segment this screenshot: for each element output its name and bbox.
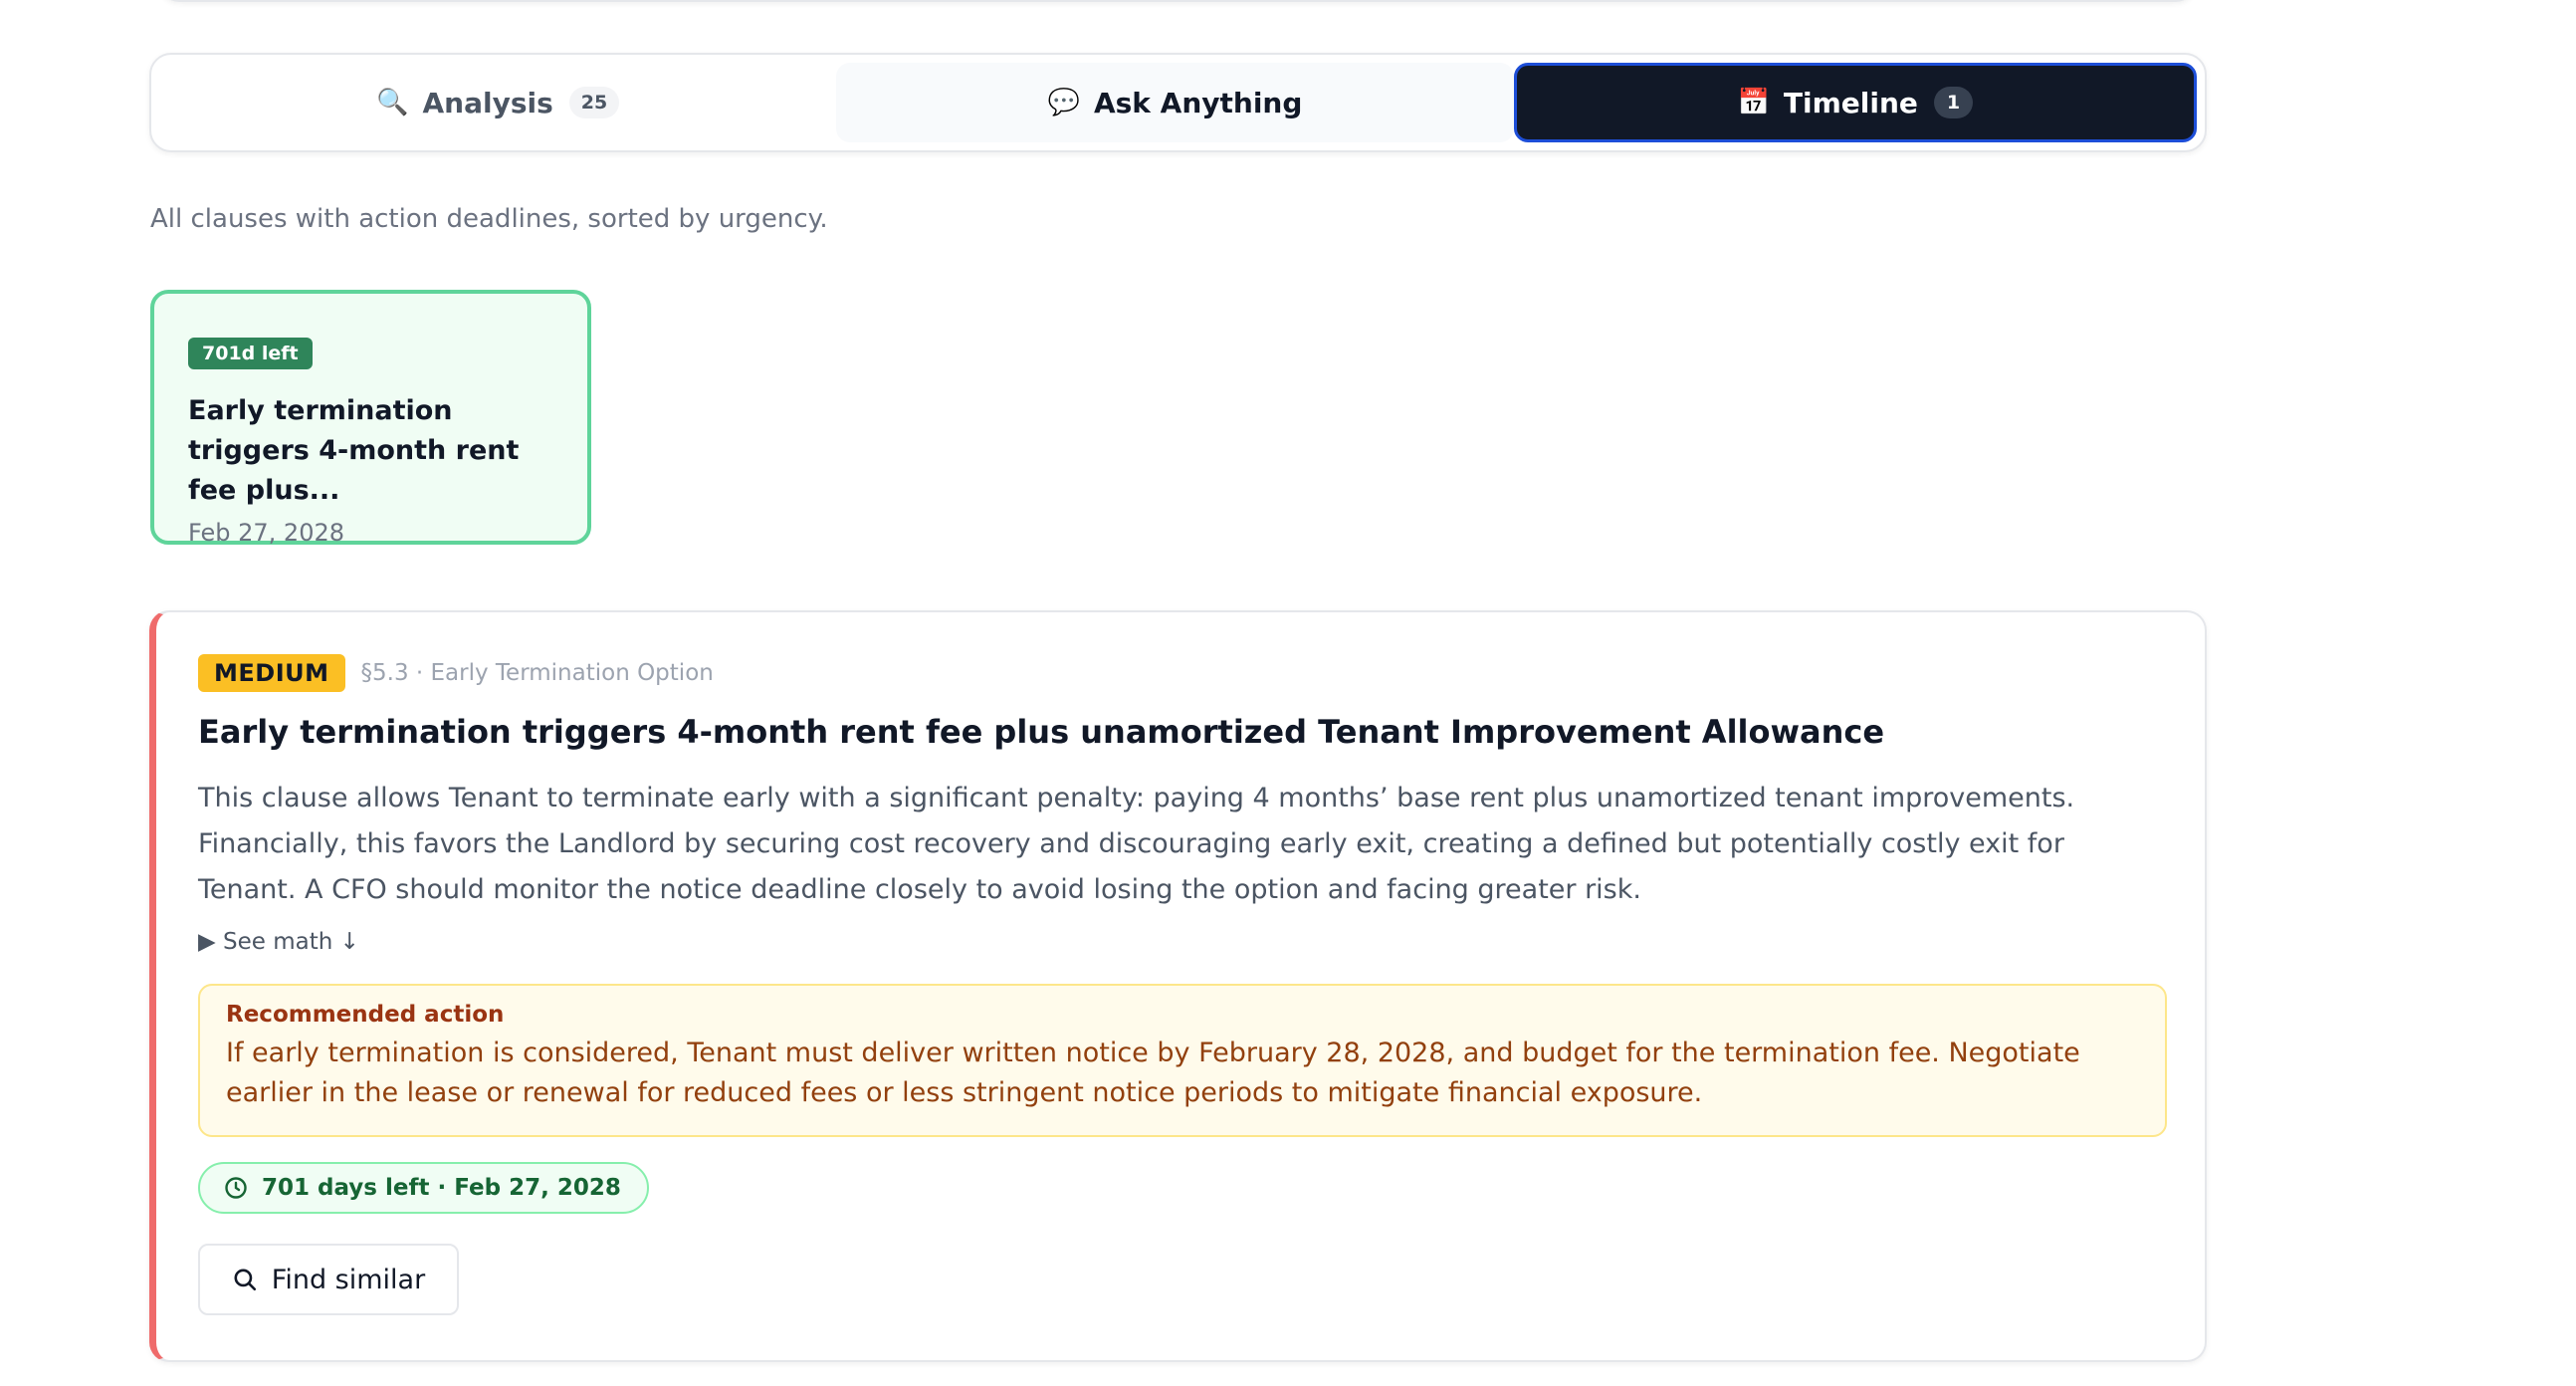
recommended-action-label: Recommended action — [226, 1002, 505, 1028]
tab-analysis-count: 25 — [568, 87, 620, 118]
clock-icon — [225, 1177, 247, 1199]
deadline-card-title: Early termination triggers 4-month rent … — [188, 395, 520, 506]
previous-panel-edge — [159, 0, 2196, 2]
recommended-action-text: If early termination is considered, Tena… — [226, 1038, 2080, 1108]
days-left-badge: 701d left — [188, 338, 313, 369]
clause-summary: This clause allows Tenant to terminate e… — [198, 783, 2075, 905]
magnifier-icon: 🔍 — [376, 88, 409, 117]
see-math-toggle[interactable]: ▶ See math ↓ — [198, 929, 359, 955]
tab-ask-anything[interactable]: 💬 Ask Anything — [836, 63, 1514, 142]
deadline-card[interactable]: 701d left Early termination triggers 4-m… — [150, 290, 591, 547]
deadline-chip: 701 days left · Feb 27, 2028 — [198, 1162, 649, 1214]
section-reference: §5.3 · Early Termination Option — [360, 660, 714, 686]
tab-analysis[interactable]: 🔍 Analysis 25 — [159, 63, 836, 142]
deadline-chip-text: 701 days left · Feb 27, 2028 — [262, 1175, 621, 1201]
clause-meta: MEDIUM §5.3 · Early Termination Option — [198, 654, 714, 692]
speech-bubble-icon: 💬 — [1047, 88, 1080, 117]
tab-ask-anything-label: Ask Anything — [1093, 86, 1303, 119]
tab-timeline-count: 1 — [1933, 87, 1974, 118]
deadline-card-date: Feb 27, 2028 — [188, 519, 344, 547]
tab-timeline[interactable]: 📅 Timeline 1 — [1513, 63, 2197, 142]
find-similar-label: Find similar — [271, 1264, 426, 1295]
recommended-action-box: Recommended action If early termination … — [198, 984, 2167, 1137]
tab-analysis-label: Analysis — [422, 86, 553, 119]
find-similar-button[interactable]: Find similar — [198, 1244, 459, 1315]
calendar-icon: 📅 — [1737, 88, 1770, 117]
search-icon — [234, 1269, 256, 1291]
clause-title: Early termination triggers 4-month rent … — [198, 713, 1885, 751]
view-tabs: 🔍 Analysis 25 💬 Ask Anything 📅 Timeline … — [149, 53, 2207, 152]
tab-timeline-label: Timeline — [1783, 86, 1918, 119]
severity-badge: MEDIUM — [198, 654, 345, 692]
timeline-subtitle: All clauses with action deadlines, sorte… — [150, 204, 828, 234]
clause-card: MEDIUM §5.3 · Early Termination Option E… — [149, 610, 2207, 1362]
